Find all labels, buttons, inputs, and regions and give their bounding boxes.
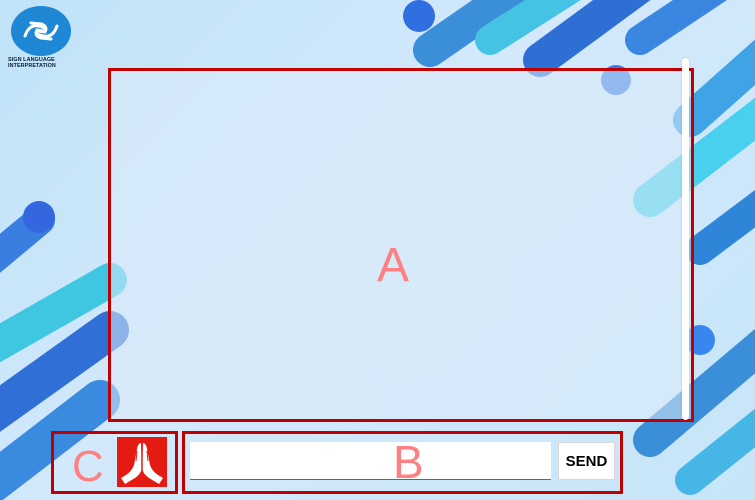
message-input[interactable] [190, 442, 551, 480]
praying-hands-icon [121, 443, 163, 484]
logo-text-line2: INTERPRETATION [8, 63, 56, 69]
send-button[interactable]: SEND [558, 442, 615, 480]
display-area: A [108, 68, 694, 422]
display-scrollbar[interactable] [682, 58, 689, 420]
sign-language-button[interactable] [117, 437, 167, 487]
sign-button-area: C [51, 431, 178, 494]
app-logo: SIGN LANGUAGE INTERPRETATION [8, 6, 74, 76]
region-label-a: A [377, 239, 410, 292]
sign-language-icon [11, 6, 71, 56]
message-composer: B SEND [182, 431, 623, 494]
region-label-c: C [72, 442, 104, 491]
logo-text: SIGN LANGUAGE INTERPRETATION [8, 57, 78, 69]
